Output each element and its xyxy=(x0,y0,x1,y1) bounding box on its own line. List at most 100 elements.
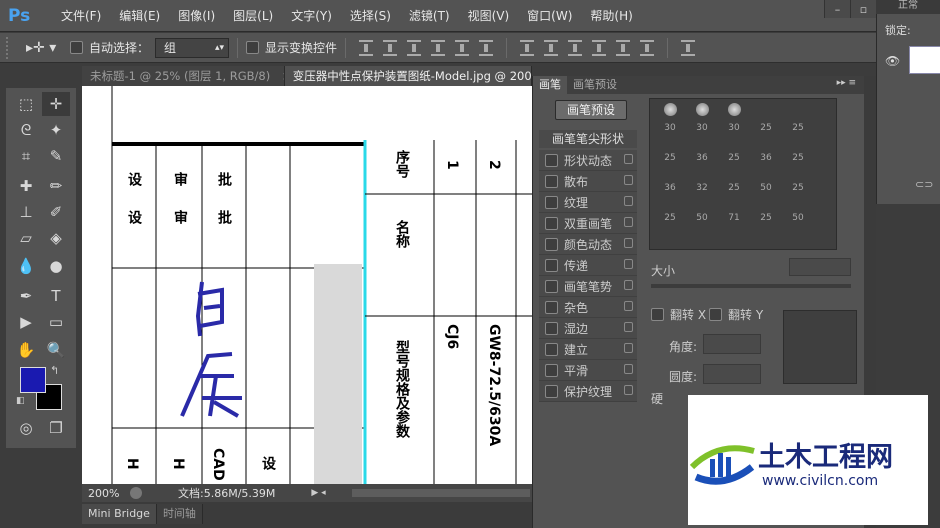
menu-view[interactable]: 视图(V) xyxy=(459,0,519,32)
brush-tip[interactable]: 25 xyxy=(782,161,814,193)
lock-icon[interactable] xyxy=(624,322,633,332)
option-checkbox[interactable] xyxy=(545,195,558,209)
lock-icon[interactable] xyxy=(624,301,633,311)
option-brush-pose[interactable]: 画笔笔势 xyxy=(539,276,637,297)
paint-bucket-tool-icon[interactable]: ◈ xyxy=(42,226,70,250)
tab-brush[interactable]: 画笔 xyxy=(533,76,567,94)
option-checkbox[interactable] xyxy=(545,279,558,293)
tab-timeline[interactable]: 时间轴 xyxy=(156,504,203,524)
layer-thumbnail[interactable] xyxy=(909,46,940,74)
lock-icon[interactable] xyxy=(624,385,633,395)
option-checkbox[interactable] xyxy=(545,363,558,377)
history-brush-tool-icon[interactable]: ✐ xyxy=(42,200,70,224)
menu-help[interactable]: 帮助(H) xyxy=(581,0,641,32)
option-checkbox[interactable] xyxy=(545,237,558,251)
option-checkbox[interactable] xyxy=(545,216,558,230)
option-texture[interactable]: 纹理 xyxy=(539,192,637,213)
brush-tip[interactable]: 25 xyxy=(750,191,782,223)
auto-select-dropdown[interactable]: 组 ▴▾ xyxy=(155,37,230,58)
pen-tool-icon[interactable]: ✒ xyxy=(12,284,40,308)
menu-layer[interactable]: 图层(L) xyxy=(224,0,282,32)
brush-presets-button[interactable]: 画笔预设 xyxy=(555,100,627,120)
brush-angle-preview[interactable] xyxy=(783,310,857,384)
brush-tip[interactable]: 25 xyxy=(718,161,750,193)
flip-x-control[interactable]: 翻转 X xyxy=(651,306,706,323)
quick-mask-icon[interactable]: ◎ xyxy=(12,416,40,440)
zoom-tool-icon[interactable]: 🔍 xyxy=(42,338,70,362)
brush-tip[interactable]: 50 xyxy=(686,191,718,223)
panel-menu-icon[interactable]: ▸▸ ≡ xyxy=(837,78,856,88)
option-shape-dynamics[interactable]: 形状动态 xyxy=(539,150,637,171)
distribute-vcenter-icon[interactable] xyxy=(544,39,559,56)
option-checkbox[interactable] xyxy=(545,174,558,188)
brush-tip[interactable]: 25 xyxy=(718,131,750,163)
brush-tip[interactable]: 36 xyxy=(750,131,782,163)
path-selection-tool-icon[interactable]: ▶ xyxy=(12,310,40,334)
doc-tab-transformer[interactable]: 变压器中性点保护装置图纸-Model.jpg @ 200% xyxy=(284,66,532,86)
auto-select-checkbox[interactable] xyxy=(70,41,83,54)
option-checkbox[interactable] xyxy=(545,300,558,314)
option-transfer[interactable]: 传递 xyxy=(539,255,637,276)
option-smoothing[interactable]: 平滑 xyxy=(539,360,637,381)
status-info-icon[interactable] xyxy=(130,487,142,499)
option-noise[interactable]: 杂色 xyxy=(539,297,637,318)
option-checkbox[interactable] xyxy=(545,384,558,398)
move-tool-icon[interactable]: ✛ xyxy=(42,92,70,116)
eyedropper-tool-icon[interactable]: ✎ xyxy=(42,144,70,168)
brush-tip[interactable]: 32 xyxy=(686,161,718,193)
lock-icon[interactable] xyxy=(624,217,633,227)
status-menu-arrow-icon[interactable]: ▶ ◂ xyxy=(311,488,325,498)
option-dual-brush[interactable]: 双重画笔 xyxy=(539,213,637,234)
option-checkbox[interactable] xyxy=(545,342,558,356)
distribute-hcenter-icon[interactable] xyxy=(616,39,631,56)
distribute-left-icon[interactable] xyxy=(592,39,607,56)
clone-stamp-tool-icon[interactable]: ⊥ xyxy=(12,200,40,224)
lock-icon[interactable] xyxy=(624,154,633,164)
flip-y-control[interactable]: 翻转 Y xyxy=(709,306,763,323)
size-input[interactable] xyxy=(789,258,851,276)
zoom-level[interactable]: 200% xyxy=(82,487,122,500)
lock-icon[interactable] xyxy=(624,196,633,206)
distribute-top-icon[interactable] xyxy=(520,39,535,56)
menu-edit[interactable]: 编辑(E) xyxy=(110,0,169,32)
doc-tab-untitled[interactable]: 未标题-1 @ 25% (图层 1, RGB/8) × xyxy=(82,66,285,86)
minimize-icon[interactable]: – xyxy=(824,0,850,18)
menu-filter[interactable]: 滤镜(T) xyxy=(400,0,459,32)
swap-colors-icon[interactable]: ↰ xyxy=(50,364,59,377)
lock-icon[interactable] xyxy=(624,238,633,248)
brush-tip[interactable]: 25 xyxy=(654,131,686,163)
blur-tool-icon[interactable]: 💧 xyxy=(12,254,40,278)
lock-icon[interactable] xyxy=(624,259,633,269)
tab-mini-bridge[interactable]: Mini Bridge xyxy=(82,504,157,524)
lasso-tool-icon[interactable]: ᘓ xyxy=(12,118,40,142)
eraser-tool-icon[interactable]: ▱ xyxy=(12,226,40,250)
size-slider[interactable] xyxy=(651,284,851,288)
horizontal-scrollbar[interactable] xyxy=(352,489,530,497)
brush-tool-icon[interactable]: ✏ xyxy=(42,174,70,198)
healing-brush-tool-icon[interactable]: ✚ xyxy=(12,174,40,198)
option-color-dynamics[interactable]: 颜色动态 xyxy=(539,234,637,255)
menu-file[interactable]: 文件(F) xyxy=(52,0,110,32)
move-tool-preset-icon[interactable]: ▸✛ ▾ xyxy=(26,37,70,59)
flip-x-checkbox[interactable] xyxy=(651,308,664,321)
align-hcenter-icon[interactable] xyxy=(455,39,470,56)
foreground-color-swatch[interactable] xyxy=(20,367,46,393)
options-grip[interactable] xyxy=(6,36,12,59)
brush-tip-shape-item[interactable]: 画笔笔尖形状 xyxy=(539,130,637,148)
option-scattering[interactable]: 散布 xyxy=(539,171,637,192)
screen-mode-icon[interactable]: ❐ xyxy=(42,416,70,440)
menu-image[interactable]: 图像(I) xyxy=(169,0,224,32)
link-layers-icon[interactable]: ⊂⊃ xyxy=(915,178,933,191)
lock-icon[interactable] xyxy=(624,364,633,374)
rectangle-tool-icon[interactable]: ▭ xyxy=(42,310,70,334)
crop-tool-icon[interactable]: ⌗ xyxy=(12,144,40,168)
align-vcenter-icon[interactable] xyxy=(383,39,398,56)
option-build-up[interactable]: 建立 xyxy=(539,339,637,360)
option-checkbox[interactable] xyxy=(545,153,558,167)
menu-type[interactable]: 文字(Y) xyxy=(282,0,341,32)
lock-icon[interactable] xyxy=(624,280,633,290)
marquee-tool-icon[interactable]: ⬚ xyxy=(12,92,40,116)
option-checkbox[interactable] xyxy=(545,258,558,272)
tab-brush-presets[interactable]: 画笔预设 xyxy=(567,76,623,94)
maximize-icon[interactable]: ▫ xyxy=(850,0,876,18)
